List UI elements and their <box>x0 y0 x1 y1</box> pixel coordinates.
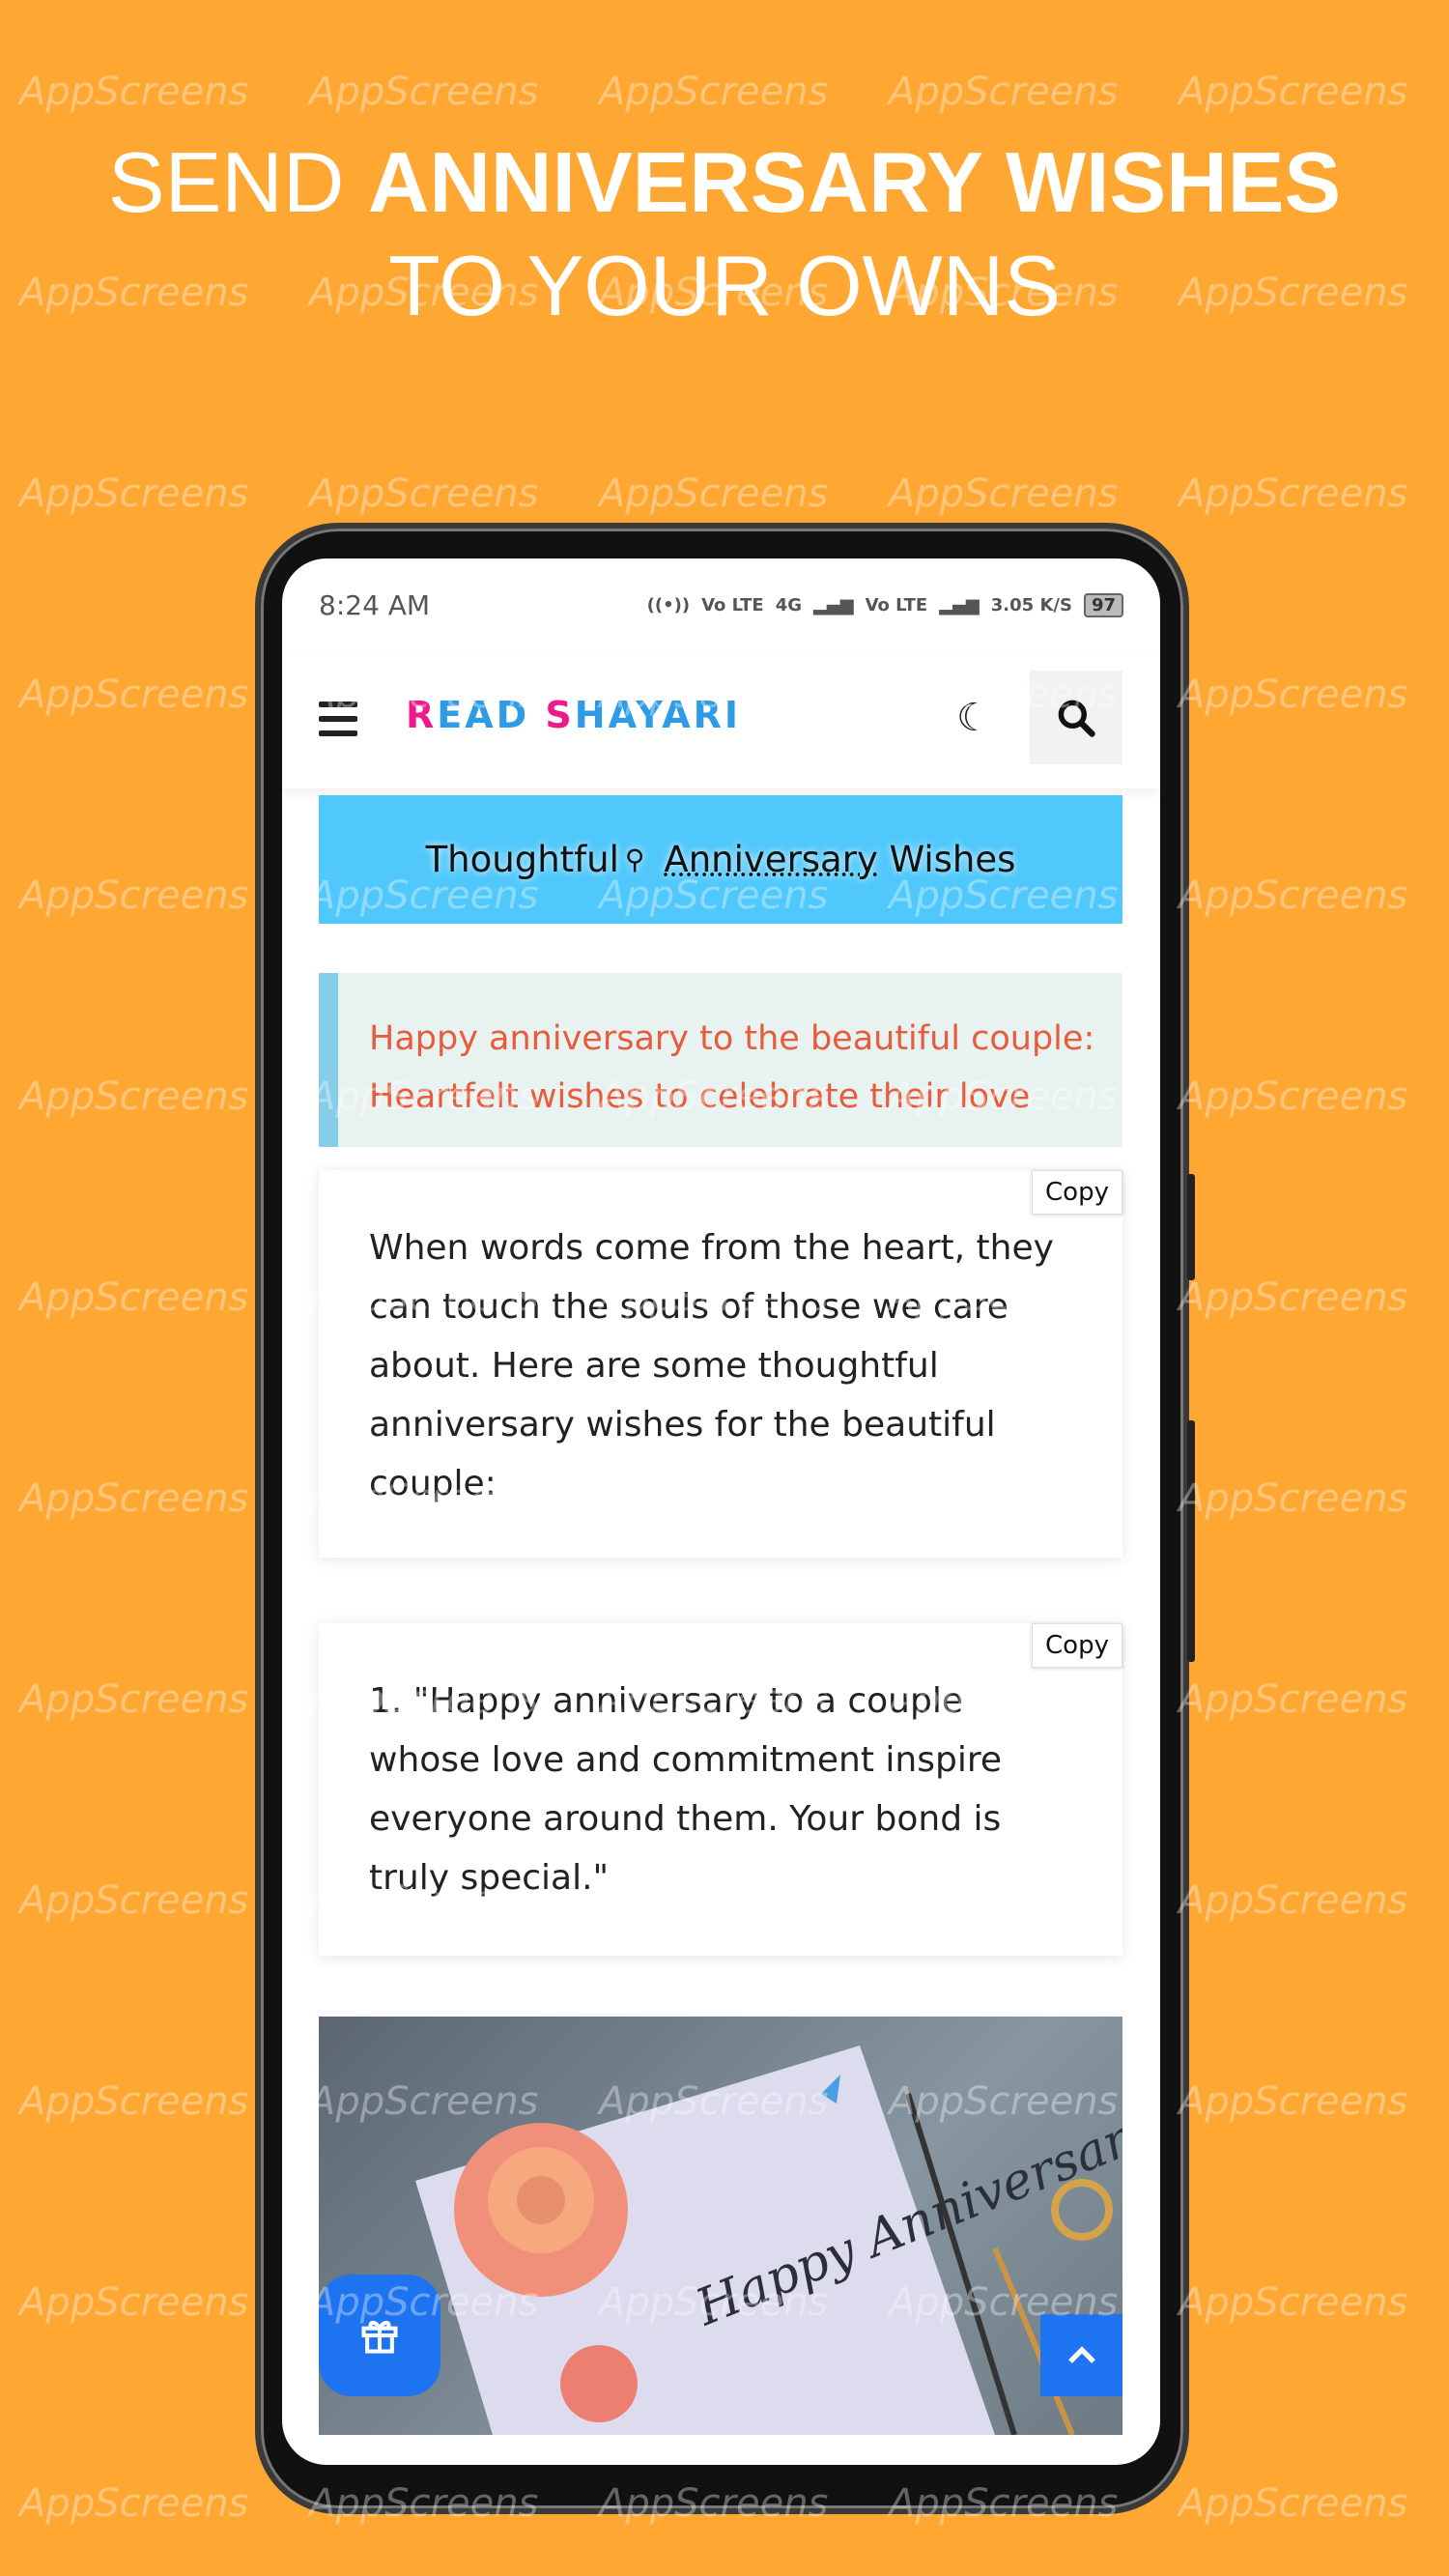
watermark-text: AppScreens <box>1179 70 1408 114</box>
subtitle-quote: Happy anniversary to the beautiful coupl… <box>319 973 1122 1147</box>
signal-icon-2: ▂▄▆ <box>939 594 980 615</box>
page-title: Thoughtful ⚲ Anniversary Wishes <box>319 795 1122 924</box>
net-speed: 3.05 K/S <box>990 594 1072 615</box>
wish-text: When words come from the heart, they can… <box>369 1228 1054 1503</box>
logo[interactable]: READ SHAYARI <box>406 694 741 736</box>
search-icon-small: ⚲ <box>624 844 645 875</box>
watermark-text: AppScreens <box>19 673 249 717</box>
watermark-text: AppScreens <box>1179 1275 1408 1320</box>
hotspot-icon: ((•)) <box>646 594 691 615</box>
anniversary-card-image: Happy Anniversary Sir <box>319 2017 1122 2435</box>
headline-plain: SEND <box>107 134 368 230</box>
title-link[interactable]: Anniversary <box>664 839 877 880</box>
watermark-text: AppScreens <box>1179 1074 1408 1119</box>
volte-label-2: Vo LTE <box>865 594 928 615</box>
watermark-text: AppScreens <box>19 2481 249 2526</box>
scroll-to-top-button[interactable] <box>1040 2314 1122 2396</box>
chevron-up-icon <box>1067 2345 1095 2363</box>
watermark-text: AppScreens <box>19 70 249 114</box>
headline-bold: ANNIVERSARY WISHES <box>367 134 1342 230</box>
wish-card: Copy 1. "Happy anniversary to a couple w… <box>319 1623 1122 1956</box>
watermark-text: AppScreens <box>1179 1476 1408 1521</box>
watermark-text: AppScreens <box>19 1074 249 1119</box>
wish-text: 1. "Happy anniversary to a couple whose … <box>369 1681 1002 1898</box>
watermark-text: AppScreens <box>1179 2280 1408 2325</box>
watermark-text: AppScreens <box>1179 873 1408 918</box>
watermark-text: AppScreens <box>1179 472 1408 516</box>
watermark-text: AppScreens <box>19 873 249 918</box>
watermark-text: AppScreens <box>1179 2481 1408 2526</box>
search-icon <box>1058 700 1095 737</box>
headline-line-1: SEND ANNIVERSARY WISHES <box>0 140 1449 225</box>
watermark-text: AppScreens <box>889 70 1119 114</box>
watermark-text: AppScreens <box>309 472 539 516</box>
status-bar: 8:24 AM ((•)) Vo LTE 4G ▂▄▆ Vo LTE ▂▄▆ 3… <box>319 586 1123 624</box>
watermark-text: AppScreens <box>19 2280 249 2325</box>
copy-button[interactable]: Copy <box>1032 1170 1122 1215</box>
copy-button[interactable]: Copy <box>1032 1623 1122 1668</box>
watermark-text: AppScreens <box>599 472 829 516</box>
watermark-text: AppScreens <box>19 2079 249 2124</box>
volume-button <box>1187 1174 1195 1280</box>
title-word: Wishes <box>877 839 1016 880</box>
watermark-text: AppScreens <box>19 1476 249 1521</box>
watermark-text: AppScreens <box>1179 2079 1408 2124</box>
signal-icon: ▂▄▆ <box>813 594 854 615</box>
watermark-text: AppScreens <box>19 472 249 516</box>
headline-line-2: TO YOUR OWNS <box>388 238 1061 333</box>
volte-label: Vo LTE <box>701 594 764 615</box>
watermark-text: AppScreens <box>1179 673 1408 717</box>
gift-icon <box>361 2320 398 2354</box>
watermark-text: AppScreens <box>889 472 1119 516</box>
quote-line: Happy anniversary to the beautiful coupl… <box>369 1019 1095 1058</box>
wish-card: Copy When words come from the heart, the… <box>319 1170 1122 1558</box>
watermark-text: AppScreens <box>309 70 539 114</box>
watermark-text: AppScreens <box>19 1677 249 1722</box>
watermark-text: AppScreens <box>1179 1677 1408 1722</box>
battery-icon: 97 <box>1083 592 1123 617</box>
watermark-text: AppScreens <box>599 70 829 114</box>
title-word: Thoughtful <box>425 839 619 880</box>
watermark-text: AppScreens <box>19 1275 249 1320</box>
hamburger-icon[interactable] <box>319 701 357 736</box>
watermark-text: AppScreens <box>19 1878 249 1923</box>
app-header: READ SHAYARI ☾ <box>282 657 1160 788</box>
moon-icon[interactable]: ☾ <box>956 696 991 740</box>
gift-button[interactable] <box>319 2275 440 2396</box>
power-button <box>1187 1420 1195 1662</box>
watermark-text: AppScreens <box>1179 1878 1408 1923</box>
network-4g-label: 4G <box>775 594 803 615</box>
status-time: 8:24 AM <box>319 588 431 621</box>
phone-screen: 8:24 AM ((•)) Vo LTE 4G ▂▄▆ Vo LTE ▂▄▆ 3… <box>282 558 1160 2465</box>
quote-line: Heartfelt wishes to celebrate their love <box>369 1077 1031 1116</box>
search-button[interactable] <box>1030 671 1122 764</box>
